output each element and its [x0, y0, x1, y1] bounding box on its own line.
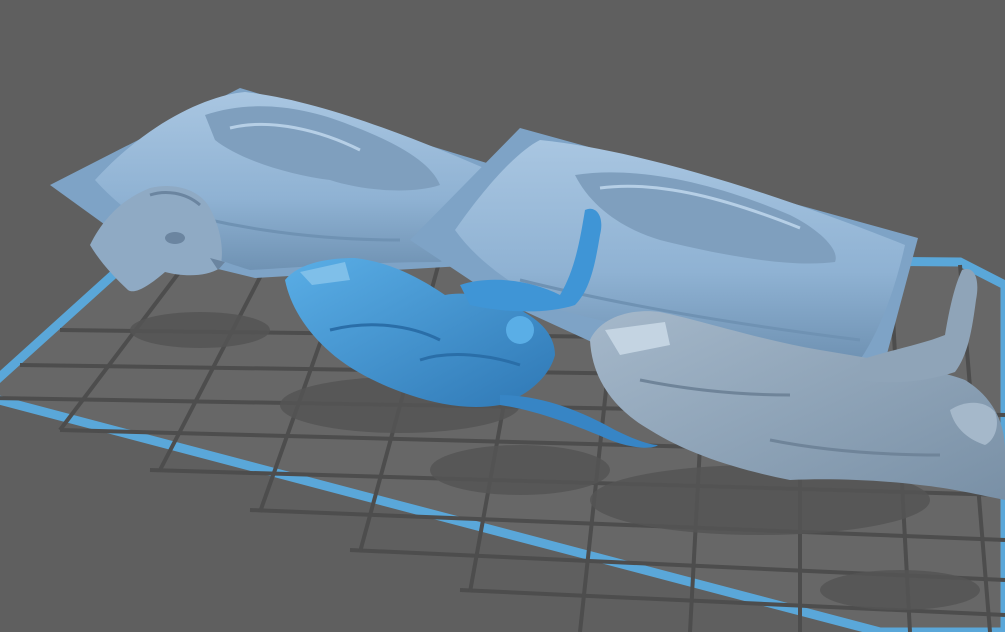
3d-viewport[interactable]	[0, 0, 1005, 632]
scene-canvas[interactable]	[0, 0, 1005, 632]
